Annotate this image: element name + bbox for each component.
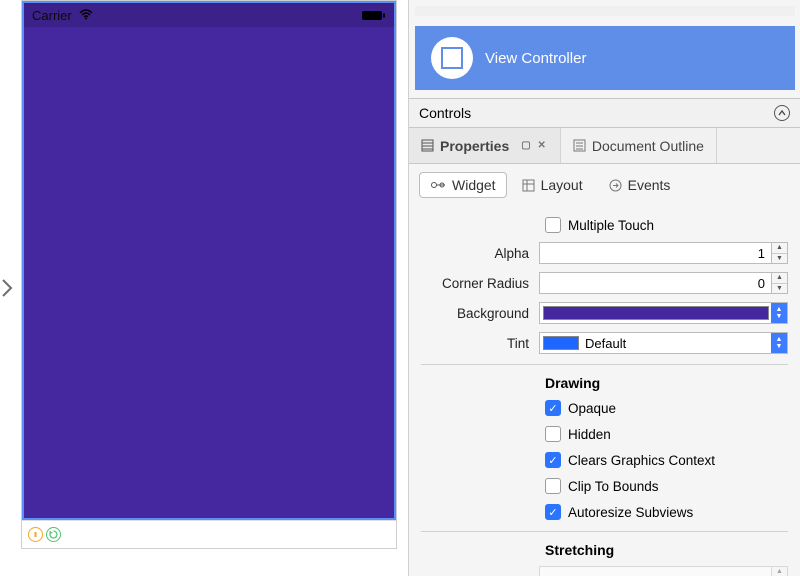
stretching-input[interactable]	[539, 566, 772, 576]
checkbox-hidden[interactable]	[545, 426, 561, 442]
clip-row[interactable]: Clip To Bounds	[421, 473, 788, 499]
corner-radius-stepper[interactable]: ▲▼	[772, 272, 788, 294]
battery-icon	[362, 10, 386, 21]
canvas-forward-arrow[interactable]	[0, 0, 16, 576]
warnings-icon[interactable]	[28, 527, 43, 542]
properties-icon	[421, 139, 434, 152]
outline-item-view-controller[interactable]: View Controller	[415, 26, 795, 90]
tint-color-well[interactable]: Default ▲▼	[539, 332, 788, 354]
widget-icon	[430, 180, 446, 190]
clears-row[interactable]: ✓ Clears Graphics Context	[421, 447, 788, 473]
opaque-row[interactable]: ✓ Opaque	[421, 395, 788, 421]
drawing-header: Drawing	[421, 375, 788, 391]
background-color-well[interactable]: ▲▼	[539, 302, 788, 324]
alpha-stepper[interactable]: ▲▼	[772, 242, 788, 264]
device-frame: Carrier	[21, 0, 397, 549]
refresh-icon[interactable]	[46, 527, 61, 542]
checkbox-multiple-touch[interactable]	[545, 217, 561, 233]
view-controller-icon	[431, 37, 473, 79]
checkbox-opaque[interactable]: ✓	[545, 400, 561, 416]
tint-swatch	[543, 336, 579, 350]
background-swatch	[543, 306, 769, 320]
layout-icon	[522, 179, 535, 192]
controls-section-header[interactable]: Controls	[409, 98, 800, 128]
truncated-item-above	[415, 6, 795, 16]
autoresize-row[interactable]: ✓ Autoresize Subviews	[421, 499, 788, 525]
divider	[421, 364, 788, 365]
tab-document-outline[interactable]: Document Outline	[561, 128, 717, 163]
alpha-label: Alpha	[421, 246, 539, 261]
view-controller-canvas[interactable]: Carrier	[22, 1, 396, 520]
chevron-up-icon[interactable]	[774, 105, 790, 121]
tab-properties[interactable]: Properties ▢ ✕	[409, 128, 561, 163]
dropdown-arrows-icon[interactable]: ▲▼	[771, 333, 787, 353]
tint-label: Tint	[421, 336, 539, 351]
stretching-stepper[interactable]: ▲▼	[772, 566, 788, 576]
events-icon	[609, 179, 622, 192]
sub-tab-layout[interactable]: Layout	[511, 172, 594, 198]
stretching-header: Stretching	[421, 542, 788, 558]
sub-tab-widget[interactable]: Widget	[419, 172, 507, 198]
multiple-touch-row[interactable]: Multiple Touch	[421, 212, 788, 238]
hidden-row[interactable]: Hidden	[421, 421, 788, 447]
dropdown-arrows-icon[interactable]: ▲▼	[771, 303, 787, 323]
carrier-label: Carrier	[32, 8, 72, 23]
wifi-icon	[79, 9, 93, 20]
tab-pin-close-icons[interactable]: ▢ ✕	[521, 140, 548, 151]
simulator-status-bar: Carrier	[24, 3, 394, 27]
checkbox-clip-bounds[interactable]	[545, 478, 561, 494]
checkbox-clears-graphics[interactable]: ✓	[545, 452, 561, 468]
canvas-bottom-bar	[22, 520, 396, 548]
divider	[421, 531, 788, 532]
sub-tab-events[interactable]: Events	[598, 172, 682, 198]
corner-radius-label: Corner Radius	[421, 276, 539, 291]
checkbox-autoresize[interactable]: ✓	[545, 504, 561, 520]
background-label: Background	[421, 306, 539, 321]
alpha-input[interactable]	[539, 242, 772, 264]
corner-radius-input[interactable]	[539, 272, 772, 294]
document-outline-icon	[573, 139, 586, 152]
